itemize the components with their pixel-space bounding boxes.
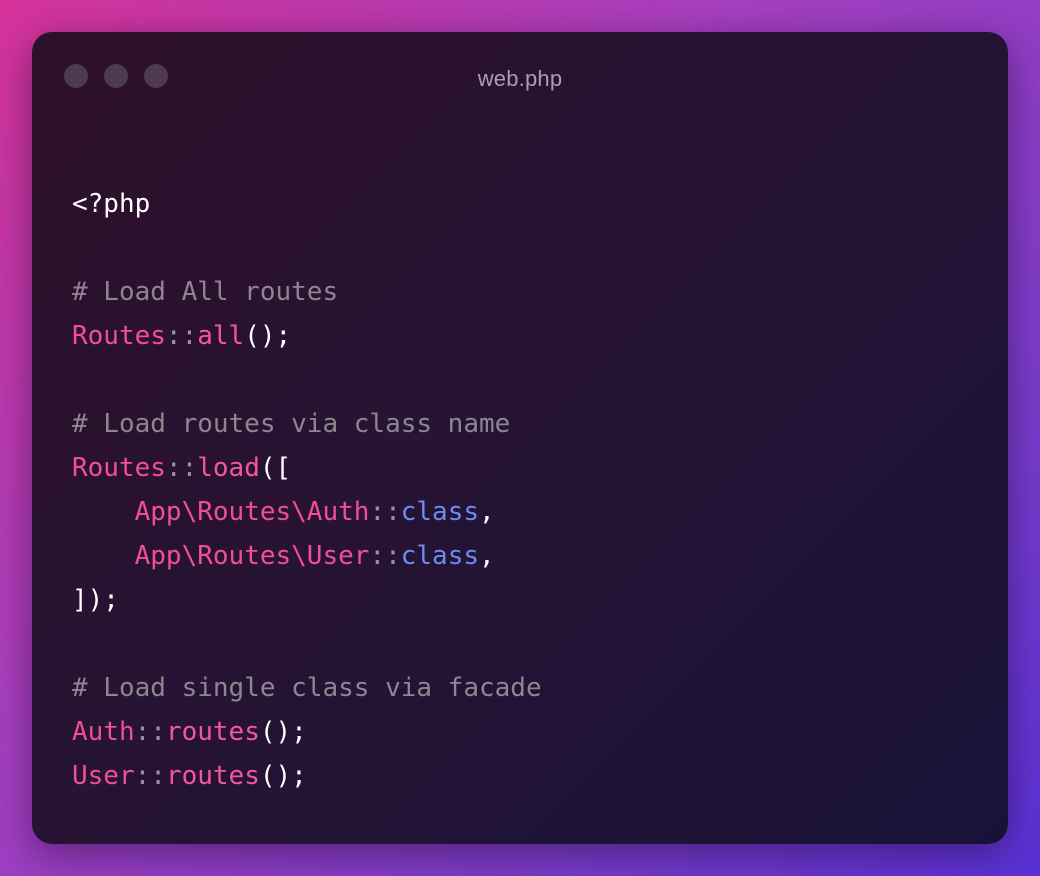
code-token: Auth — [72, 717, 135, 747]
code-line: Routes::all(); — [72, 314, 542, 358]
code-line: App\Routes\Auth::class, — [72, 490, 542, 534]
code-token: <?php — [72, 189, 151, 219]
code-line: # Load routes via class name — [72, 402, 542, 446]
code-token: # Load routes via class name — [72, 409, 511, 439]
code-line: Auth::routes(); — [72, 710, 542, 754]
code-line: <?php — [72, 182, 542, 226]
code-token: Routes — [72, 321, 166, 351]
code-line: Routes::load([ — [72, 446, 542, 490]
code-token: :: — [134, 761, 166, 791]
window-titlebar: web.php — [32, 32, 1008, 122]
code-token: (); — [259, 761, 307, 791]
code-token: User — [72, 761, 135, 791]
code-token: :: — [165, 321, 198, 351]
code-line: # Load single class via facade — [72, 666, 542, 710]
code-token: :: — [369, 497, 401, 527]
code-token: all — [197, 321, 245, 351]
code-token: # Load All routes — [72, 277, 339, 307]
code-token: routes — [165, 761, 260, 791]
code-token: # Load single class via facade — [72, 673, 542, 703]
code-token: class — [400, 497, 480, 527]
code-token: class — [400, 541, 480, 571]
code-token: :: — [369, 541, 401, 571]
code-line: # Load All routes — [72, 270, 542, 314]
window-title: web.php — [477, 66, 563, 91]
code-window: web.php <?php # Load All routesRoutes::a… — [32, 32, 1008, 844]
code-line: User::routes(); — [72, 754, 542, 798]
code-token: (); — [259, 717, 307, 747]
code-token: (); — [244, 321, 292, 351]
code-token: , — [479, 541, 495, 571]
code-block: <?php # Load All routes Routes::all(); # … — [72, 182, 542, 798]
code-token: :: — [134, 717, 166, 747]
code-token: ([ — [259, 453, 292, 483]
code-token: ]); — [72, 585, 119, 615]
code-token: load — [197, 453, 260, 483]
code-token: , — [479, 497, 495, 527]
code-token: :: — [165, 453, 198, 483]
code-token: App\Routes\Auth — [134, 497, 370, 527]
code-token: Routes — [72, 453, 166, 483]
code-line: ]); — [72, 578, 542, 622]
code-line: App\Routes\User::class, — [72, 534, 542, 578]
code-token: routes — [165, 717, 260, 747]
code-token: App\Routes\User — [134, 541, 370, 571]
